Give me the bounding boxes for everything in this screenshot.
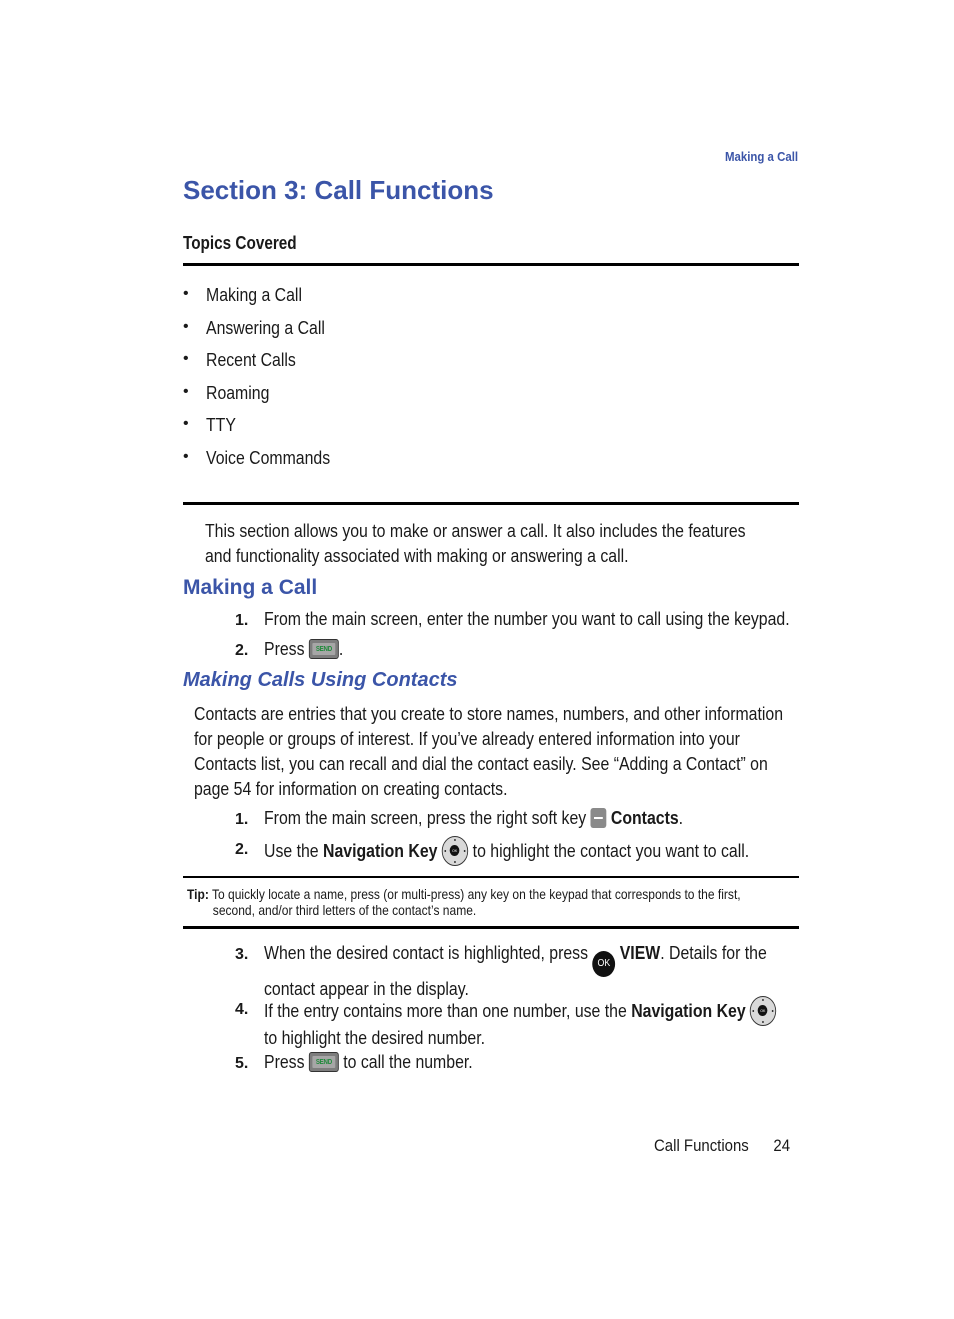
step-item: 1. From the main screen, press the right …	[235, 808, 684, 828]
topics-heading: Topics Covered	[183, 233, 297, 253]
divider	[183, 876, 799, 878]
step-item: 2. Press SEND.	[235, 639, 344, 659]
step-item: 2. Use the Navigation Key OK to highlight…	[235, 836, 815, 866]
page-footer: Call Functions 24	[654, 1136, 790, 1156]
bullet: •	[183, 285, 189, 302]
topic-item: • Recent Calls	[183, 350, 296, 370]
send-key-icon: SEND	[308, 639, 339, 659]
bullet: •	[183, 350, 189, 367]
bullet: •	[183, 317, 189, 335]
navigation-key-icon: OK	[750, 996, 777, 1026]
making-a-call-heading: Making a Call	[183, 576, 318, 599]
divider	[183, 502, 799, 505]
soft-key-icon	[590, 808, 607, 828]
footer-section: Call Functions	[654, 1136, 749, 1155]
step-item: 3. When the desired contact is highlighte…	[235, 943, 767, 999]
bullet: •	[183, 382, 189, 400]
tip-box: Tip: To quickly locate a name, press (or…	[187, 886, 741, 918]
ok-key-icon: OK	[592, 951, 616, 977]
navigation-key-icon: OK	[441, 836, 469, 866]
tip-label: Tip:	[187, 886, 209, 902]
topics-list: • Making a Call • Answering a Call • Recent…	[183, 285, 347, 480]
running-head: Making a Call	[724, 149, 798, 164]
section-title: Section 3: Call Functions	[183, 175, 494, 205]
step-item: 1. From the main screen, enter the number…	[235, 609, 790, 629]
page-number: 24	[773, 1136, 791, 1155]
topic-item: • Roaming	[183, 382, 270, 403]
topic-item: • Making a Call	[183, 285, 302, 305]
topic-item: • Answering a Call	[183, 317, 325, 338]
step-item: 4. If the entry contains more than one nu…	[235, 996, 846, 1051]
send-key-icon: SEND	[308, 1052, 339, 1072]
divider	[183, 263, 799, 266]
contacts-paragraph: Contacts are entries that you create to …	[194, 704, 784, 799]
making-calls-using-contacts-heading: Making Calls Using Contacts	[183, 669, 458, 691]
bullet: •	[183, 447, 189, 465]
bullet: •	[183, 415, 189, 432]
intro-paragraph: This section allows you to make or answe…	[205, 521, 746, 566]
topic-item: • TTY	[183, 415, 236, 435]
topic-item: • Voice Commands	[183, 447, 331, 468]
step-item: 5. Press SEND to call the number.	[235, 1052, 473, 1072]
divider	[183, 926, 799, 929]
